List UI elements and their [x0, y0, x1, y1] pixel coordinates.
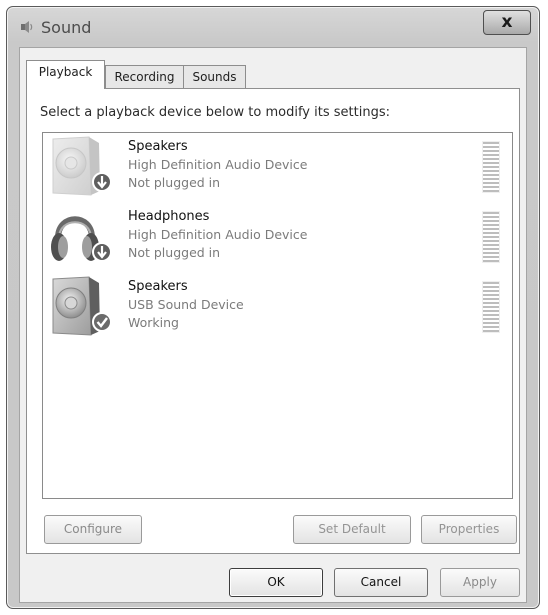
device-item[interactable]: Speakers High Definition Audio Device No…: [43, 133, 512, 203]
tab-recording[interactable]: Recording: [105, 65, 184, 88]
tab-playback-label: Playback: [38, 65, 93, 79]
close-icon: x: [501, 12, 513, 32]
instruction-text: Select a playback device below to modify…: [40, 105, 390, 120]
sound-dialog-window: Sound x Playback Recording Sounds Select…: [6, 6, 540, 609]
tab-sounds[interactable]: Sounds: [183, 65, 246, 88]
tab-recording-label: Recording: [114, 70, 175, 84]
device-status: Not plugged in: [128, 175, 221, 190]
device-item[interactable]: Speakers USB Sound Device Working: [43, 273, 512, 343]
device-item[interactable]: Headphones High Definition Audio Device …: [43, 203, 512, 273]
device-description: USB Sound Device: [128, 297, 244, 312]
set-default-button[interactable]: Set Default: [293, 515, 411, 544]
device-name: Speakers: [128, 139, 188, 154]
headphones-icon: [51, 216, 112, 262]
device-description: High Definition Audio Device: [128, 227, 308, 242]
tab-playback[interactable]: Playback: [26, 60, 105, 89]
speaker-icon: [52, 136, 112, 196]
close-button[interactable]: x: [483, 10, 531, 35]
playback-device-list[interactable]: Speakers High Definition Audio Device No…: [42, 132, 513, 499]
title-bar[interactable]: Sound x: [7, 7, 539, 47]
properties-button[interactable]: Properties: [421, 515, 517, 544]
device-status: Working: [128, 315, 179, 330]
device-name: Headphones: [128, 209, 210, 224]
apply-button[interactable]: Apply: [440, 568, 520, 597]
device-name: Speakers: [128, 279, 188, 294]
playback-tab-panel: Select a playback device below to modify…: [26, 88, 520, 554]
volume-level-meter: [482, 211, 500, 263]
ok-button[interactable]: OK: [229, 568, 323, 597]
volume-level-meter: [482, 141, 500, 193]
window-title: Sound: [41, 18, 92, 37]
checkmark-badge-icon: [92, 312, 112, 332]
device-status: Not plugged in: [128, 245, 221, 260]
dialog-client-area: Playback Recording Sounds Select a playb…: [19, 47, 527, 603]
cancel-button[interactable]: Cancel: [334, 568, 428, 597]
speaker-icon: [52, 276, 112, 336]
tab-sounds-label: Sounds: [192, 70, 237, 84]
down-arrow-badge-icon: [92, 172, 112, 192]
configure-button[interactable]: Configure: [44, 515, 142, 544]
device-description: High Definition Audio Device: [128, 157, 308, 172]
down-arrow-badge-icon: [92, 242, 112, 262]
volume-level-meter: [482, 281, 500, 333]
sound-icon: [21, 21, 33, 33]
